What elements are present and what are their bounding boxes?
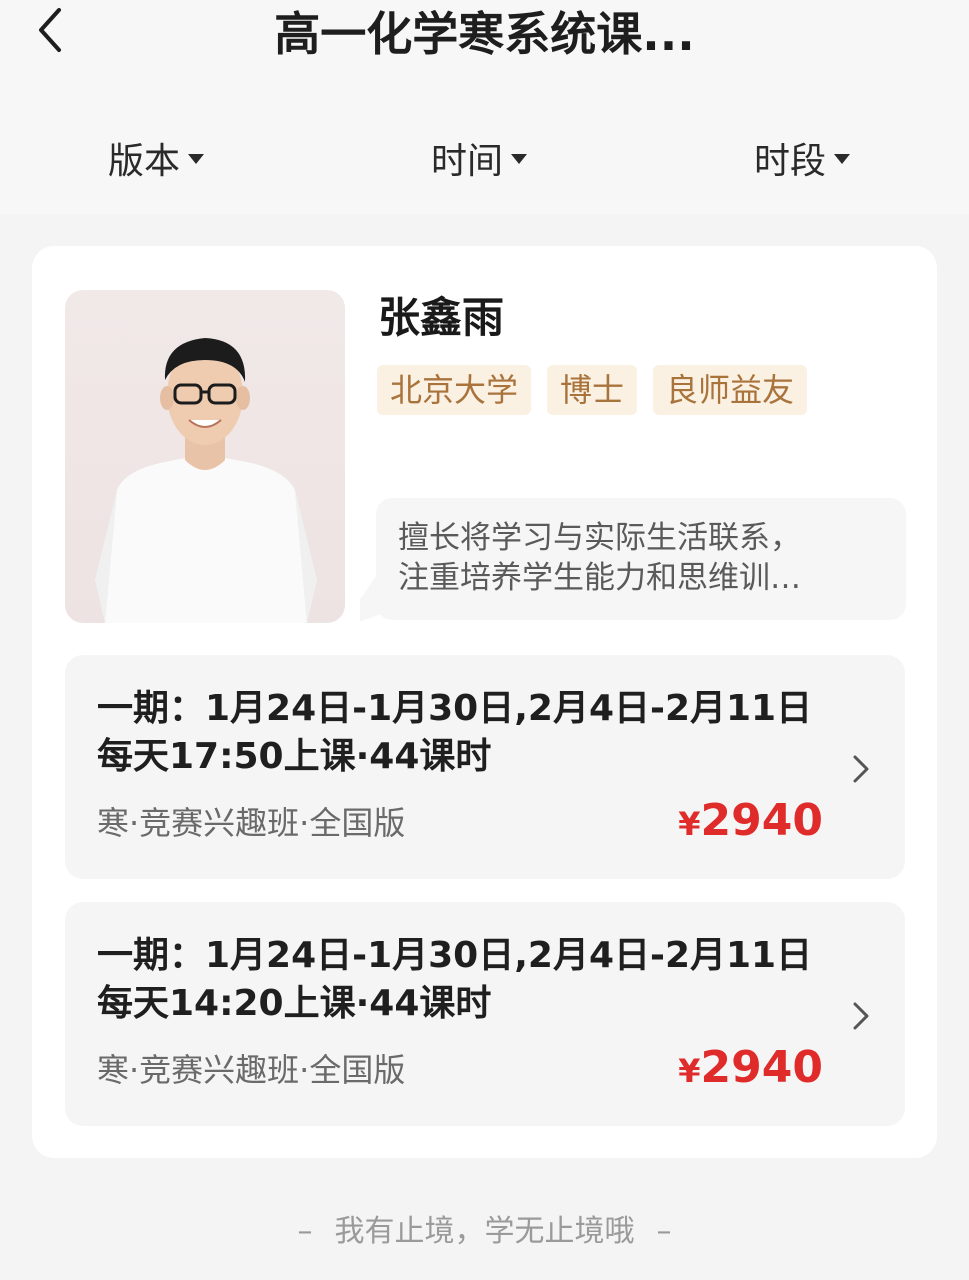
tag-honor: 良师益友 bbox=[653, 365, 808, 415]
session-item[interactable]: 一期：1月24日-1月30日,2月4日-2月11日每天14:20上课·44课时 … bbox=[65, 902, 905, 1126]
slogan-text: 我有止境，学无止境哦 bbox=[334, 1214, 635, 1249]
filter-version-label: 版本 bbox=[108, 141, 181, 182]
session-meta: 寒·竞赛兴趣班·全国版 bbox=[97, 804, 406, 842]
teacher-name: 张鑫雨 bbox=[378, 293, 505, 342]
course-card: 张鑫雨 北京大学 博士 良师益友 擅长将学习与实际生活联系， 注重培养学生能力和… bbox=[32, 246, 937, 1158]
page-title: 高一化学寒系统课... bbox=[274, 7, 695, 61]
top-bar: 高一化学寒系统课... 版本 时间 时段 bbox=[0, 0, 969, 214]
session-item[interactable]: 一期：1月24日-1月30日,2月4日-2月11日每天17:50上课·44课时 … bbox=[65, 655, 905, 879]
footer-slogan: – 我有止境，学无止境哦 – bbox=[0, 1210, 969, 1254]
teacher-bio[interactable]: 擅长将学习与实际生活联系， 注重培养学生能力和思维训… bbox=[376, 498, 906, 620]
tag-degree: 博士 bbox=[547, 365, 638, 415]
chevron-left-icon bbox=[39, 8, 61, 52]
teacher-tags: 北京大学 博士 良师益友 bbox=[377, 365, 808, 415]
caret-down-icon bbox=[511, 154, 528, 164]
chevron-right-icon bbox=[853, 755, 869, 783]
filter-date[interactable]: 时间 bbox=[431, 128, 528, 188]
filter-bar: 版本 时间 时段 bbox=[0, 128, 969, 188]
currency-symbol: ¥ bbox=[678, 805, 701, 843]
filter-version[interactable]: 版本 bbox=[108, 128, 205, 188]
tag-university: 北京大学 bbox=[377, 365, 532, 415]
price-value: 2940 bbox=[700, 1042, 823, 1093]
back-button[interactable] bbox=[28, 6, 72, 54]
filter-time-slot-label: 时段 bbox=[754, 141, 827, 182]
chevron-right-icon bbox=[853, 1002, 869, 1030]
filter-time-slot[interactable]: 时段 bbox=[754, 128, 851, 188]
caret-down-icon bbox=[188, 154, 205, 164]
teacher-portrait-image bbox=[95, 338, 317, 623]
caret-down-icon bbox=[834, 154, 851, 164]
dash-right: – bbox=[656, 1214, 672, 1249]
price-value: 2940 bbox=[700, 795, 823, 846]
session-price: ¥2940 bbox=[678, 1042, 823, 1097]
dash-left: – bbox=[297, 1214, 313, 1249]
filter-date-label: 时间 bbox=[431, 141, 504, 182]
session-price: ¥2940 bbox=[678, 795, 823, 850]
session-meta: 寒·竞赛兴趣班·全国版 bbox=[97, 1051, 406, 1089]
session-schedule: 一期：1月24日-1月30日,2月4日-2月11日每天14:20上课·44课时 bbox=[97, 935, 813, 1024]
currency-symbol: ¥ bbox=[678, 1052, 701, 1090]
teacher-avatar bbox=[65, 290, 345, 623]
session-schedule: 一期：1月24日-1月30日,2月4日-2月11日每天17:50上课·44课时 bbox=[97, 688, 813, 777]
